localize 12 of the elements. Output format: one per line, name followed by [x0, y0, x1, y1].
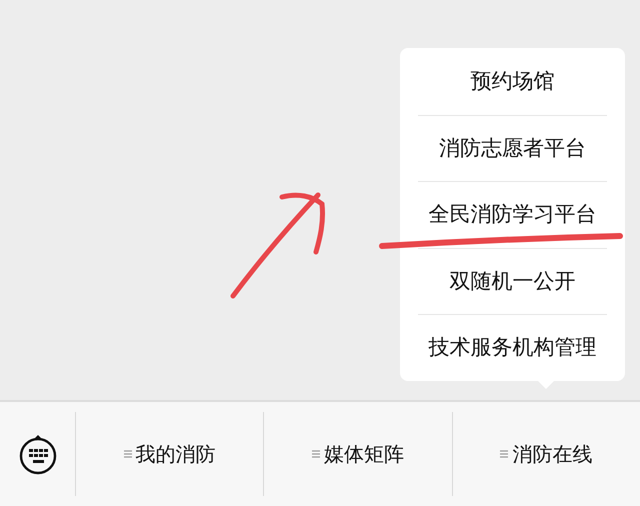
menu-item[interactable]: 全民消防学习平台 [418, 181, 607, 248]
menu-tab[interactable]: 我的消防 [124, 439, 216, 469]
keyboard-icon[interactable] [18, 433, 56, 475]
menu-item[interactable]: 消防志愿者平台 [418, 114, 607, 182]
menu-item[interactable]: 技术服务机构管理 [418, 314, 607, 381]
menu-icon [124, 449, 132, 459]
menu-icon [312, 449, 320, 459]
menu-item[interactable]: 预约场馆 [418, 48, 607, 115]
menu-tab[interactable]: 媒体矩阵 [312, 439, 404, 469]
menu-icon [500, 449, 508, 459]
menu-item[interactable]: 双随机一公开 [418, 248, 607, 314]
menu-tab[interactable]: 消防在线 [500, 439, 592, 469]
